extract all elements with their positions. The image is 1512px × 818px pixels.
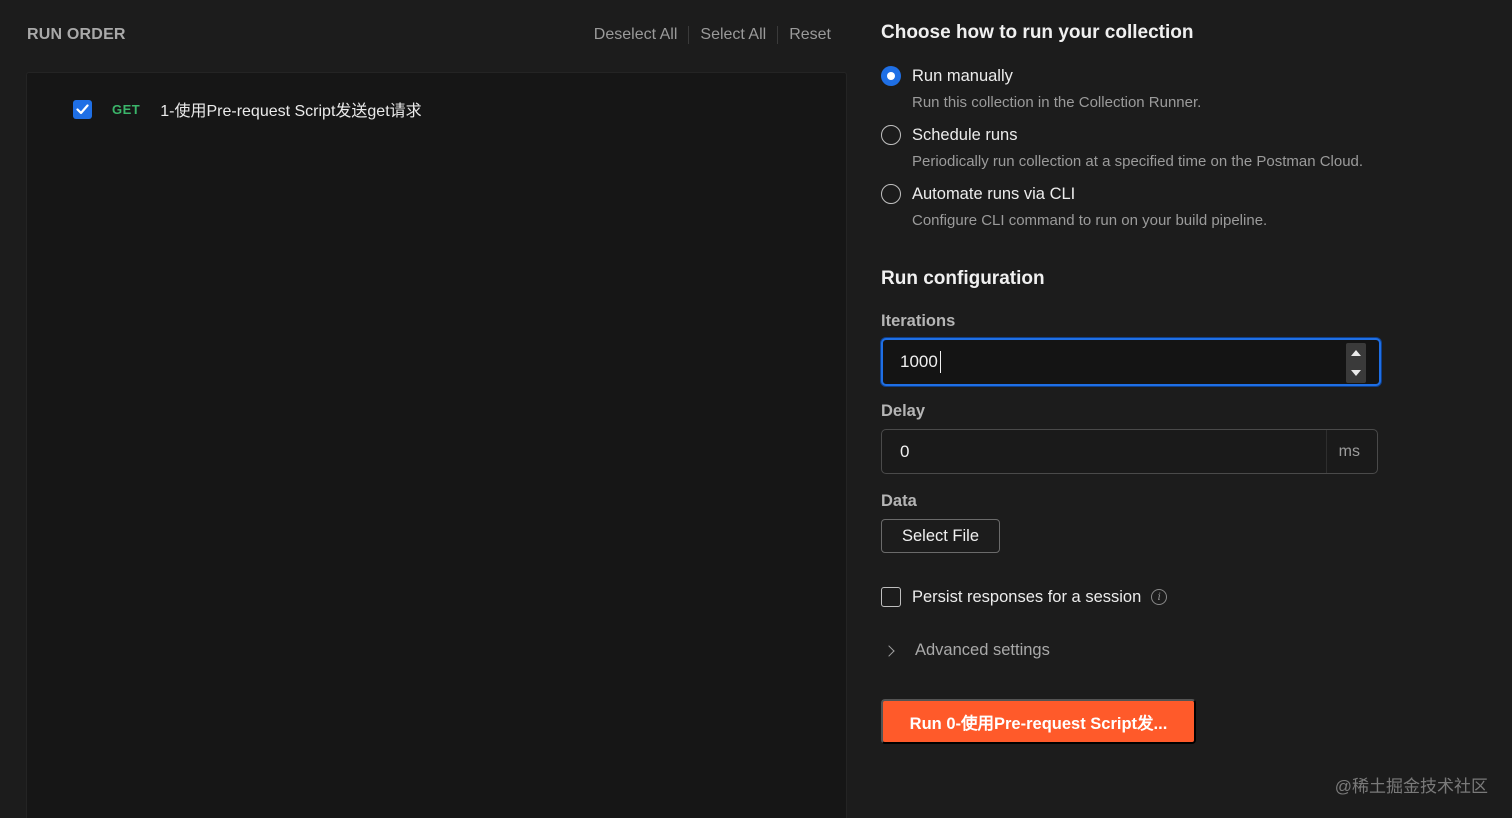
iterations-label: Iterations [881,312,956,330]
radio-label: Schedule runs [912,125,1018,144]
text-caret [940,351,941,373]
select-all-link[interactable]: Select All [689,24,777,46]
select-file-button[interactable]: Select File [881,519,1000,553]
data-label: Data [881,492,917,510]
delay-unit: ms [1338,443,1360,460]
iterations-stepper[interactable] [1346,343,1366,383]
iterations-input[interactable]: 1000 [881,338,1381,386]
run-settings-panel: Choose how to run your collection Run ma… [881,0,1501,818]
run-mode-title: Choose how to run your collection [881,22,1194,43]
iterations-value: 1000 [900,352,938,371]
delay-input[interactable]: 0 ms [881,429,1378,474]
radio-schedule-runs[interactable]: Schedule runs [881,125,1018,145]
radio-run-manually[interactable]: Run manually [881,66,1013,86]
advanced-settings-label: Advanced settings [915,641,1050,659]
divider [1326,430,1327,473]
radio-automate-cli[interactable]: Automate runs via CLI [881,184,1075,204]
persist-checkbox[interactable] [881,587,901,607]
watermark: @稀土掘金技术社区 [1334,777,1488,796]
run-config-title: Run configuration [881,268,1045,289]
checkmark-icon [76,103,89,114]
radio-button[interactable] [881,125,901,145]
run-collection-button[interactable]: Run 0-使用Pre-request Script发... [881,699,1196,744]
advanced-settings-toggle[interactable]: Advanced settings [883,641,1050,660]
request-name: 1-使用Pre-request Script发送get请求 [160,103,422,120]
radio-description: Configure CLI command to run on your bui… [912,212,1268,229]
collection-runner: RUN ORDER Deselect All Select All Reset … [0,0,1512,818]
deselect-all-link[interactable]: Deselect All [583,24,689,46]
stepper-down-icon[interactable] [1351,370,1361,376]
request-checkbox[interactable] [73,99,92,119]
reset-link[interactable]: Reset [778,24,842,46]
run-order-actions: Deselect All Select All Reset [583,24,842,46]
chevron-right-icon [883,644,895,657]
run-order-title: RUN ORDER [27,26,126,43]
request-method-badge: GET [112,101,141,117]
radio-button[interactable] [881,184,901,204]
request-row[interactable]: GET 1-使用Pre-request Script发送get请求 [73,97,422,121]
radio-description: Run this collection in the Collection Ru… [912,94,1202,111]
radio-button-selected[interactable] [881,66,901,86]
delay-value: 0 [900,442,910,461]
run-order-list: GET 1-使用Pre-request Script发送get请求 [26,72,847,818]
radio-description: Periodically run collection at a specifi… [912,153,1364,170]
radio-label: Run manually [912,66,1013,85]
radio-label: Automate runs via CLI [912,184,1076,203]
delay-label: Delay [881,402,926,420]
persist-responses-option[interactable]: Persist responses for a session i [881,587,1168,607]
persist-label: Persist responses for a session [912,587,1142,606]
info-icon[interactable]: i [1151,589,1168,605]
stepper-up-icon[interactable] [1351,350,1361,356]
